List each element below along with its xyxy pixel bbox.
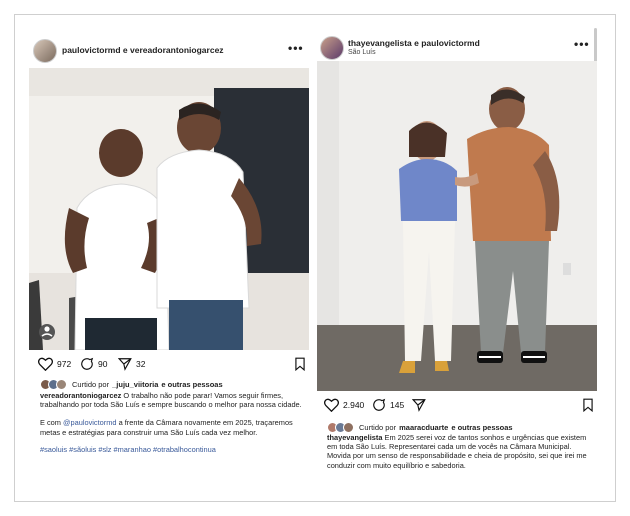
post-username[interactable]: thayevangelista e paulovictormd: [348, 38, 480, 48]
post-username[interactable]: paulovictormd e vereadorantoniogarcez: [62, 45, 224, 55]
liked-by: Curtido por maaracduarte e outras pessoa…: [327, 422, 513, 433]
post-header: paulovictormd e vereadorantoniogarcez ••…: [20, 20, 310, 66]
likes-count: 2.940: [343, 400, 365, 410]
liked-user[interactable]: maaracduarte: [399, 423, 448, 432]
liked-user[interactable]: _juju_viitoria: [112, 380, 158, 389]
liked-suffix[interactable]: e outras pessoas: [451, 423, 512, 432]
comment-icon[interactable]: [372, 398, 386, 412]
avatar[interactable]: [33, 39, 57, 63]
comments-count: 90: [98, 359, 108, 369]
like-action[interactable]: 972: [38, 357, 71, 371]
mini-avatar: [343, 422, 354, 433]
mini-avatar: [56, 379, 67, 390]
post-location[interactable]: São Luís: [348, 49, 376, 56]
post-photo[interactable]: [29, 68, 309, 350]
comment-icon[interactable]: [80, 357, 94, 371]
share-action[interactable]: [412, 398, 426, 412]
left-post: paulovictormd e vereadorantoniogarcez ••…: [20, 20, 310, 482]
right-post: thayevangelista e paulovictormd São Luís…: [310, 20, 600, 482]
caption-text: Movida por um senso de responsabilidade …: [327, 451, 587, 470]
more-icon[interactable]: •••: [574, 37, 590, 51]
action-bar: 972 90 32: [38, 357, 308, 375]
share-icon[interactable]: [412, 398, 426, 412]
shares-count: 32: [136, 359, 146, 369]
action-bar: 2.940 145: [324, 398, 594, 416]
post-header: thayevangelista e paulovictormd São Luís…: [310, 20, 600, 66]
liked-prefix: Curtido por: [359, 423, 397, 432]
liked-suffix[interactable]: e outras pessoas: [161, 380, 222, 389]
liked-by: Curtido por _juju_viitoria e outras pess…: [40, 379, 223, 390]
bookmark-icon[interactable]: [294, 357, 306, 371]
more-icon[interactable]: •••: [288, 41, 304, 55]
share-action[interactable]: 32: [118, 357, 145, 371]
comment-action[interactable]: 145: [372, 398, 404, 412]
liked-avatars: [40, 379, 67, 390]
bookmark-icon[interactable]: [582, 398, 594, 412]
post-caption: thayevangelista Em 2025 serei voz de tan…: [327, 433, 597, 470]
liked-prefix: Curtido por: [72, 380, 110, 389]
post-caption: vereadorantoniogarcez O trabalho não pod…: [40, 391, 302, 454]
heart-icon[interactable]: [38, 357, 53, 371]
caption-hashtags[interactable]: #saoluis #sãoluis #slz #maranhao #otraba…: [40, 445, 302, 454]
comments-count: 145: [390, 400, 405, 410]
like-action[interactable]: 2.940: [324, 398, 364, 412]
share-icon[interactable]: [118, 357, 132, 371]
caption-mention[interactable]: @paulovictormd: [63, 418, 117, 427]
caption-text: E com: [40, 418, 63, 428]
post-photo[interactable]: [317, 61, 597, 391]
liked-avatars: [327, 422, 354, 433]
comment-action[interactable]: 90: [80, 357, 107, 371]
heart-icon[interactable]: [324, 398, 339, 412]
bookmark-action[interactable]: [294, 357, 306, 371]
likes-count: 972: [57, 359, 72, 369]
caption-author[interactable]: thayevangelista: [327, 433, 382, 442]
avatar[interactable]: [320, 36, 344, 60]
caption-author[interactable]: vereadorantoniogarcez: [40, 391, 121, 400]
bookmark-action[interactable]: [582, 398, 594, 412]
